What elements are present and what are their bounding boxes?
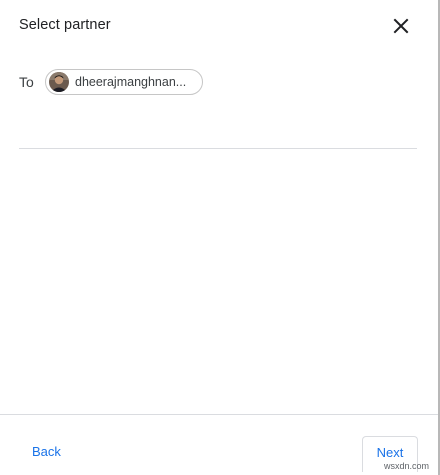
avatar <box>49 72 69 92</box>
to-label: To <box>19 74 34 90</box>
avatar-photo-icon <box>49 72 69 92</box>
recipient-chip-label: dheerajmanghnan... <box>75 75 187 89</box>
footer-divider <box>0 414 438 415</box>
watermark: wsxdn.com <box>384 461 430 471</box>
close-button[interactable] <box>389 14 413 38</box>
close-icon <box>393 18 409 34</box>
recipient-chip[interactable]: dheerajmanghnan... <box>45 69 203 95</box>
back-button[interactable]: Back <box>20 440 72 464</box>
dialog-title: Select partner <box>19 17 111 33</box>
select-partner-dialog: Select partner To dheerajmanghnan... Bac… <box>0 0 440 475</box>
divider <box>19 148 417 149</box>
